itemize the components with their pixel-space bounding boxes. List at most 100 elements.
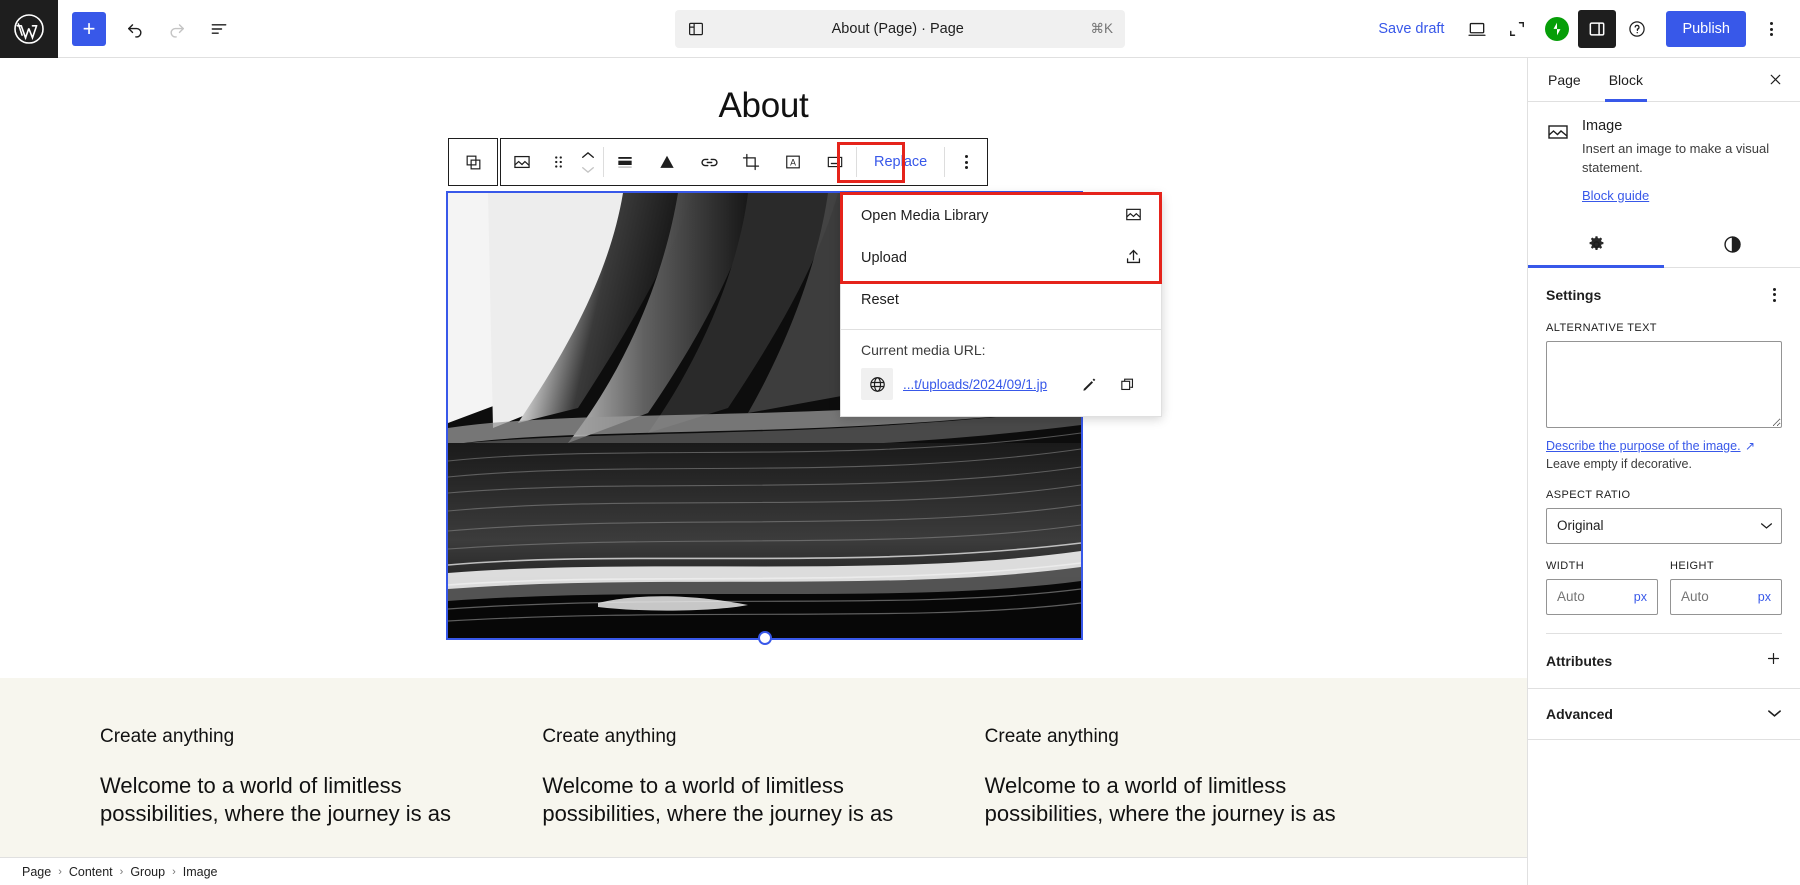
describe-purpose-link[interactable]: Describe the purpose of the image. (1546, 439, 1741, 453)
replace-button[interactable]: Replace (860, 142, 941, 182)
chevron-down-icon[interactable] (1767, 705, 1782, 723)
settings-more-options-icon[interactable] (1767, 282, 1782, 308)
column-heading: Create anything (542, 726, 677, 747)
plus-icon[interactable] (1765, 650, 1782, 672)
close-icon[interactable] (1758, 63, 1792, 97)
more-options-icon[interactable] (1752, 10, 1790, 48)
height-unit[interactable]: px (1758, 590, 1781, 604)
width-field: WIDTH px (1546, 560, 1658, 615)
align-icon[interactable] (604, 139, 646, 185)
block-name: Image (1582, 118, 1623, 134)
jetpack-icon[interactable] (1538, 10, 1576, 48)
menu-item-reset[interactable]: Reset (841, 279, 1161, 321)
replace-button-wrap: Replace (857, 142, 944, 182)
column-paragraph: Welcome to a world of limitless possibil… (984, 773, 1336, 826)
svg-text:A: A (790, 158, 796, 168)
caption-icon[interactable] (814, 139, 856, 185)
alternative-text-input[interactable] (1546, 340, 1782, 428)
image-block-icon (1546, 120, 1570, 144)
external-link-icon: ↗ (1745, 438, 1756, 453)
tab-block[interactable]: Block (1595, 58, 1657, 102)
block-info: Image Insert an image to make a visual s… (1528, 102, 1800, 211)
block-description: Insert an image to make a visual stateme… (1582, 141, 1770, 175)
width-input[interactable] (1547, 589, 1634, 605)
panel-advanced[interactable]: Advanced (1528, 689, 1800, 740)
width-label: WIDTH (1546, 559, 1585, 572)
sidebar-icon-tabs (1528, 223, 1800, 268)
add-text-over-image-icon[interactable]: A (772, 139, 814, 185)
height-input[interactable] (1671, 589, 1758, 605)
column-paragraph: Welcome to a world of limitless possibil… (542, 773, 894, 826)
command-shortcut: ⌘K (1090, 21, 1113, 36)
column-heading: Create anything (984, 726, 1119, 747)
copy-icon[interactable] (1113, 370, 1141, 398)
tab-page[interactable]: Page (1534, 58, 1595, 102)
chevron-up-icon (582, 151, 594, 158)
settings-gear-icon[interactable] (1528, 223, 1664, 268)
page-title: About (718, 86, 809, 125)
breadcrumb-item-group[interactable]: Group (130, 865, 165, 879)
aspect-ratio-select[interactable]: Original (1546, 507, 1782, 544)
aspect-ratio-select-wrap: Original (1546, 507, 1782, 544)
preview-icon[interactable] (1458, 10, 1496, 48)
breadcrumb-item-page[interactable]: Page (22, 865, 51, 879)
save-draft-button[interactable]: Save draft (1366, 15, 1456, 43)
breadcrumb-separator: › (172, 865, 176, 878)
bottom-center-resize-handle[interactable] (757, 631, 772, 645)
current-media-url-link[interactable]: ...t/uploads/2024/09/1.jp (903, 377, 1065, 392)
menu-item-upload[interactable]: Upload (841, 237, 1161, 279)
breadcrumb-item-image[interactable]: Image (183, 865, 218, 879)
width-height-row: WIDTH px HEIGHT px (1546, 560, 1782, 615)
menu-item-label: Reset (861, 292, 899, 308)
drag-handle-icon[interactable] (452, 139, 494, 185)
globe-icon (861, 368, 893, 400)
block-grip-icon[interactable] (543, 139, 573, 185)
block-toolbar: A Replace (448, 138, 989, 186)
media-library-icon (1124, 205, 1143, 228)
upload-icon (1124, 247, 1143, 270)
settings-section: Settings ALTERNATIVE TEXT Describe the p… (1528, 268, 1800, 634)
undo-button[interactable] (116, 10, 154, 48)
redo-button[interactable] (158, 10, 196, 48)
chevron-down-icon (582, 166, 594, 173)
settings-sidebar: Page Block Image Insert an image to make… (1527, 58, 1800, 885)
replace-dropdown-menu: Open Media Library Upload Reset Current … (840, 194, 1162, 417)
panel-title: Advanced (1546, 705, 1613, 722)
block-drag-group (448, 138, 498, 186)
add-block-button[interactable]: + (72, 11, 106, 46)
block-controls-group: A Replace (500, 138, 989, 186)
fullscreen-icon[interactable] (1498, 10, 1536, 48)
settings-title: Settings (1546, 286, 1602, 303)
settings-sidebar-toggle[interactable] (1578, 10, 1617, 48)
panel-attributes[interactable]: Attributes (1528, 634, 1800, 689)
link-icon[interactable] (688, 139, 730, 185)
menu-item-label: Upload (861, 250, 907, 266)
document-title: About (Page) · Page (831, 21, 964, 37)
document-overview-button[interactable] (200, 10, 238, 48)
aspect-ratio-label: ASPECT RATIO (1546, 488, 1631, 501)
menu-item-open-media-library[interactable]: Open Media Library (841, 195, 1161, 237)
width-unit[interactable]: px (1634, 590, 1657, 604)
alternative-text-label: ALTERNATIVE TEXT (1546, 321, 1657, 334)
height-field: HEIGHT px (1670, 560, 1782, 615)
breadcrumb-separator: › (119, 865, 124, 878)
pencil-icon[interactable] (1075, 370, 1103, 398)
document-icon (687, 20, 705, 38)
breadcrumb-item-content[interactable]: Content (69, 865, 113, 879)
move-block-buttons[interactable] (573, 139, 603, 185)
top-bar-left-tools: + (58, 10, 238, 48)
column-heading: Create anything (100, 726, 235, 747)
block-guide-link[interactable]: Block guide (1582, 188, 1649, 203)
decorative-help-text: Leave empty if decorative. (1546, 456, 1692, 471)
wordpress-logo[interactable] (0, 0, 58, 58)
publish-button[interactable]: Publish (1666, 11, 1746, 47)
crop-icon[interactable] (730, 139, 772, 185)
height-label: HEIGHT (1670, 559, 1714, 572)
document-title-bar[interactable]: About (Page) · Page ⌘K (675, 10, 1125, 48)
image-block-icon[interactable] (501, 139, 543, 185)
styles-contrast-icon[interactable] (1664, 223, 1800, 267)
duotone-filter-icon[interactable] (646, 139, 688, 185)
columns-section: Create anything Welcome to a world of li… (0, 678, 1527, 885)
block-more-options-icon[interactable] (945, 139, 987, 185)
help-icon[interactable] (1618, 10, 1656, 48)
